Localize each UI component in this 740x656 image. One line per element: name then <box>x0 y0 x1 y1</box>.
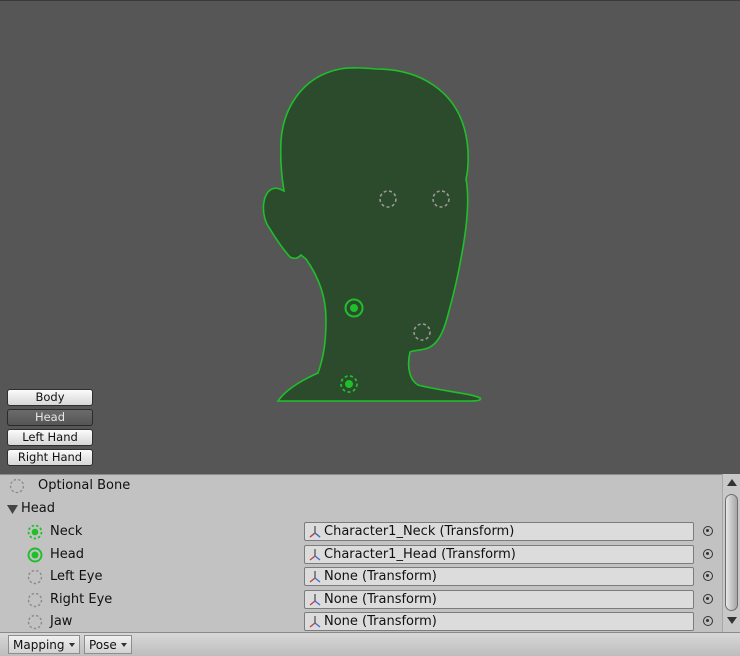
object-picker-icon[interactable] <box>703 616 713 626</box>
bone-value-right-eye: None (Transform) <box>324 592 437 607</box>
scroll-up-arrow-icon[interactable] <box>727 479 737 486</box>
avatar-configuration-window: Body Head Left Hand Right Hand Optional … <box>0 0 740 656</box>
pose-dropdown-label: Pose <box>89 638 117 652</box>
bone-label-right-eye: Right Eye <box>50 592 113 607</box>
bone-empty-optional-icon <box>27 592 43 608</box>
left-hand-button[interactable]: Left Hand <box>7 429 93 446</box>
bone-label-neck: Neck <box>50 524 83 539</box>
vertical-scrollbar[interactable] <box>722 474 740 632</box>
scroll-down-arrow-icon[interactable] <box>727 617 737 624</box>
bone-empty-optional-icon <box>27 614 43 630</box>
bone-value-head: Character1_Head (Transform) <box>324 547 516 562</box>
bone-mapping-panel: Optional Bone Head Neck Character1_Neck … <box>0 474 740 632</box>
head-group-foldout[interactable]: Head <box>0 498 720 520</box>
mapping-dropdown-label: Mapping <box>13 638 65 652</box>
head-group-label: Head <box>21 501 55 516</box>
optional-bone-label: Optional Bone <box>38 478 131 493</box>
bone-field-right-eye[interactable]: None (Transform) <box>304 590 694 609</box>
bone-row-right-eye: Right Eye None (Transform) <box>0 589 720 611</box>
bone-empty-optional-icon <box>27 569 43 585</box>
scroll-thumb[interactable] <box>725 494 738 611</box>
bone-row-neck: Neck Character1_Neck (Transform) <box>0 521 720 543</box>
bone-field-head[interactable]: Character1_Head (Transform) <box>304 545 694 564</box>
bone-row-head: Head Character1_Head (Transform) <box>0 544 720 566</box>
transform-icon <box>309 549 321 561</box>
optional-bone-legend: Optional Bone <box>0 475 720 497</box>
bone-assigned-required-icon <box>27 547 43 563</box>
bone-row-jaw: Jaw None (Transform) <box>0 611 720 632</box>
bone-field-neck[interactable]: Character1_Neck (Transform) <box>304 522 694 541</box>
object-picker-icon[interactable] <box>703 571 713 581</box>
bone-value-left-eye: None (Transform) <box>324 569 437 584</box>
object-picker-icon[interactable] <box>703 526 713 536</box>
bone-field-jaw[interactable]: None (Transform) <box>304 612 694 631</box>
head-silhouette <box>262 67 482 402</box>
transform-icon <box>309 526 321 538</box>
bone-label-jaw: Jaw <box>50 614 73 629</box>
bone-value-neck: Character1_Neck (Transform) <box>324 524 515 539</box>
bone-assigned-optional-icon <box>27 524 43 540</box>
pose-dropdown[interactable]: Pose <box>84 635 132 654</box>
transform-icon <box>309 616 321 628</box>
bone-row-left-eye: Left Eye None (Transform) <box>0 566 720 588</box>
dropdown-caret-icon <box>68 643 75 647</box>
avatar-viewport: Body Head Left Hand Right Hand <box>0 0 740 474</box>
head-button[interactable]: Head <box>7 409 93 426</box>
bone-field-left-eye[interactable]: None (Transform) <box>304 567 694 586</box>
transform-icon <box>309 571 321 583</box>
right-hand-button[interactable]: Right Hand <box>7 449 93 466</box>
object-picker-icon[interactable] <box>703 594 713 604</box>
object-picker-icon[interactable] <box>703 549 713 559</box>
optional-bone-icon <box>9 478 25 494</box>
bone-value-jaw: None (Transform) <box>324 614 437 629</box>
transform-icon <box>309 594 321 606</box>
bone-label-head: Head <box>50 547 84 562</box>
bone-label-left-eye: Left Eye <box>50 569 103 584</box>
head-outline <box>262 67 482 402</box>
body-button[interactable]: Body <box>7 389 93 406</box>
dropdown-caret-icon <box>120 643 127 647</box>
mapping-dropdown[interactable]: Mapping <box>8 635 80 654</box>
bottom-toolbar: Mapping Pose <box>0 632 740 656</box>
foldout-triangle-icon[interactable] <box>7 505 18 514</box>
